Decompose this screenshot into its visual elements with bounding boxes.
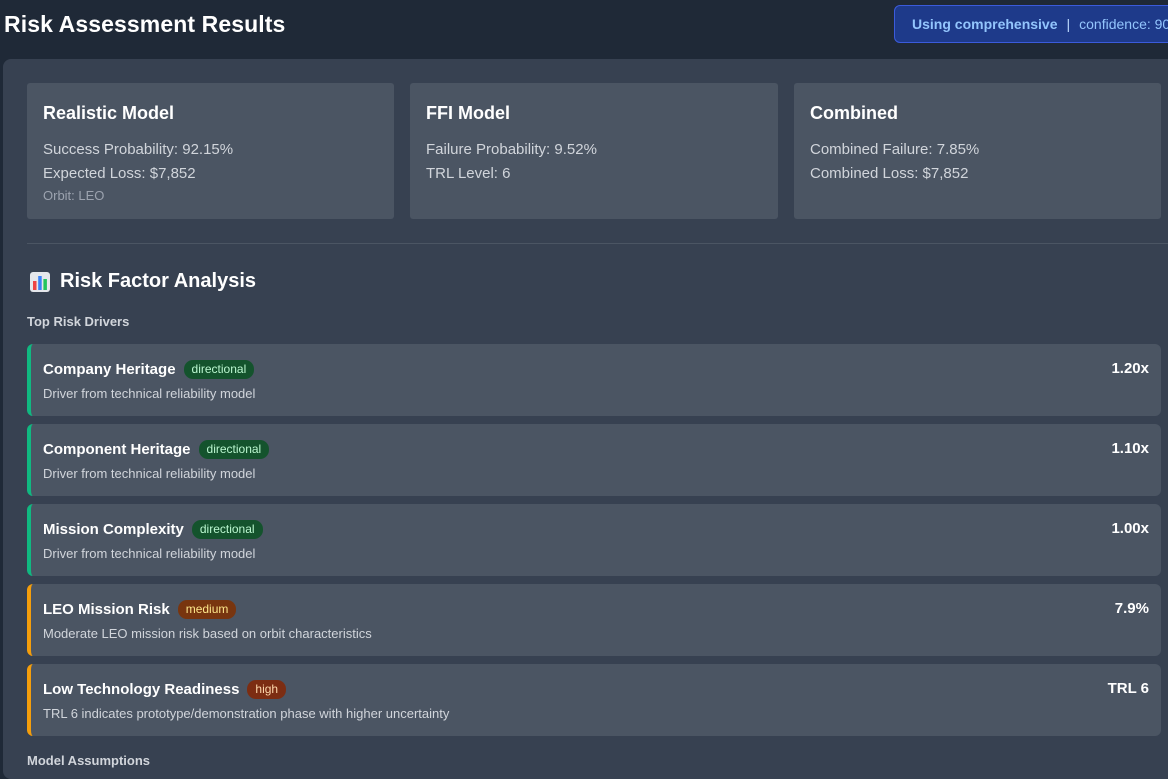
combined-failure: Combined Failure: 7.85% [810,141,980,158]
risk-factor-analysis-heading: Risk Factor Analysis [29,270,256,293]
analysis-mode-badge: Using comprehensive | confidence: 90% [894,5,1168,43]
driver-description: TRL 6 indicates prototype/demonstration … [43,706,450,721]
combined-card: Combined Combined Failure: 7.85% Combine… [794,83,1161,219]
trl-level: TRL Level: 6 [426,165,511,182]
combined-loss: Combined Loss: $7,852 [810,165,969,182]
card-title: Realistic Model [43,103,175,123]
mode-separator: | [1066,16,1071,32]
success-probability: Success Probability: 92.15% [43,141,234,158]
confidence-label: confidence: 90% [1079,16,1168,32]
risk-driver-item: LEO Mission Risk medium Moderate LEO mis… [27,584,1161,656]
risk-driver-item: Mission Complexity directional Driver fr… [27,504,1161,576]
driver-badge: medium [177,599,237,619]
expected-loss: Expected Loss: $7,852 [43,165,196,182]
driver-description: Driver from technical reliability model [43,386,256,401]
top-risk-drivers-label: Top Risk Drivers [27,314,130,329]
driver-value: 1.00x [1111,520,1149,537]
model-assumptions-label: Model Assumptions [27,753,151,768]
driver-name: Low Technology Readiness [43,680,240,698]
driver-name: Component Heritage [43,440,191,458]
section-title-text: Risk Factor Analysis [60,270,257,292]
orbit-note: Orbit: LEO [43,188,105,203]
driver-name: Company Heritage [43,360,176,378]
risk-driver-item: Low Technology Readiness high TRL 6 indi… [27,664,1161,736]
driver-description: Driver from technical reliability model [43,546,256,561]
page-title: Risk Assessment Results [4,11,286,37]
bar-chart-icon [29,271,51,293]
driver-value: 1.10x [1111,440,1149,457]
driver-name: Mission Complexity [43,520,184,538]
driver-description: Moderate LEO mission risk based on orbit… [43,626,372,641]
card-title: FFI Model [426,103,510,123]
driver-value: 1.20x [1111,360,1149,377]
driver-badge: directional [183,359,255,379]
driver-name: LEO Mission Risk [43,600,170,618]
driver-badge: high [247,679,287,699]
risk-driver-item: Company Heritage directional Driver from… [27,344,1161,416]
realistic-model-card: Realistic Model Success Probability: 92.… [27,83,394,219]
driver-badge: directional [191,519,263,539]
card-title: Combined [810,103,898,123]
ffi-model-card: FFI Model Failure Probability: 9.52% TRL… [410,83,778,219]
driver-description: Driver from technical reliability model [43,466,256,481]
driver-value: 7.9% [1114,600,1149,617]
driver-value: TRL 6 [1107,680,1149,697]
risk-driver-item: Component Heritage directional Driver fr… [27,424,1161,496]
driver-badge: directional [198,439,270,459]
failure-probability: Failure Probability: 9.52% [426,141,597,158]
page-header: Risk Assessment Results Using comprehens… [0,0,1168,56]
section-divider [27,243,1168,244]
mode-label: Using comprehensive [912,16,1058,32]
